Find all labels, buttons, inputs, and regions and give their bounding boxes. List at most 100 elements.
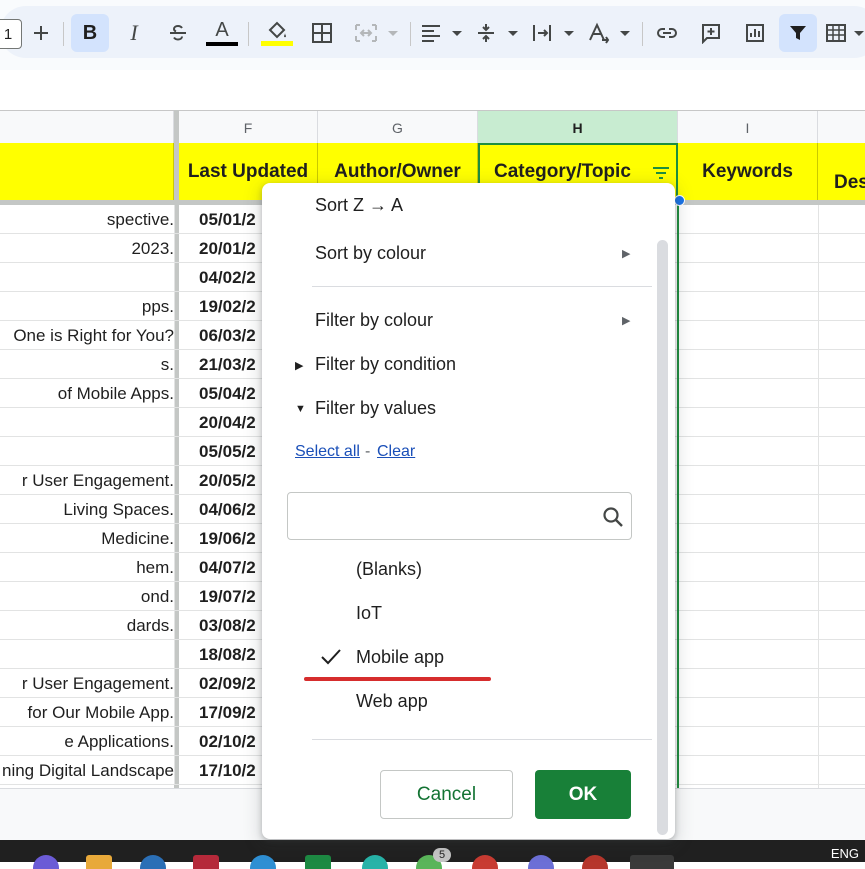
borders-icon[interactable] bbox=[306, 14, 338, 52]
cancel-button[interactable]: Cancel bbox=[380, 770, 513, 819]
toolbar: 1 B I A bbox=[0, 0, 865, 70]
language-indicator[interactable]: ENG bbox=[831, 846, 859, 861]
merge-cells-icon[interactable] bbox=[350, 14, 404, 52]
plus-icon[interactable] bbox=[27, 14, 55, 52]
clear-link[interactable]: Clear bbox=[377, 443, 415, 461]
zoom-input[interactable]: 1 bbox=[0, 19, 22, 49]
cell-title[interactable]: pps. bbox=[0, 292, 175, 320]
cell-title-text: for Our Mobile App. bbox=[27, 703, 174, 722]
bold-icon[interactable]: B bbox=[71, 14, 109, 52]
selection-handle[interactable] bbox=[674, 195, 685, 206]
cell-title[interactable]: One is Right for You? bbox=[0, 321, 175, 349]
column-header-e[interactable] bbox=[0, 111, 174, 144]
column-header-i[interactable]: I bbox=[678, 111, 818, 144]
header-cell-e[interactable] bbox=[0, 143, 174, 200]
sort-by-colour-option[interactable]: Sort by colour bbox=[315, 243, 426, 264]
align-horizontal-icon[interactable] bbox=[418, 14, 466, 52]
toolbar-divider bbox=[63, 22, 64, 46]
sort-z-a-option[interactable]: Sort Z → A bbox=[315, 195, 403, 216]
table-icon[interactable] bbox=[824, 14, 865, 52]
cell-title[interactable] bbox=[0, 437, 175, 465]
link-separator: - bbox=[365, 443, 371, 460]
cell-title-text: Living Spaces. bbox=[63, 500, 174, 519]
selection-border bbox=[677, 200, 679, 788]
cell-title-text: hem. bbox=[136, 558, 174, 577]
filter-by-condition-option[interactable]: Filter by condition bbox=[315, 354, 456, 375]
value-option-web-app[interactable]: Web app bbox=[356, 691, 428, 712]
folder-icon[interactable] bbox=[86, 855, 112, 869]
value-option-iot[interactable]: IoT bbox=[356, 603, 382, 624]
cell-title-text: s. bbox=[160, 355, 174, 374]
text-rotation-icon[interactable] bbox=[586, 14, 634, 52]
values-search-input[interactable] bbox=[298, 501, 602, 533]
value-option-blanks[interactable]: (Blanks) bbox=[356, 559, 422, 580]
cell-title-text: pps. bbox=[141, 297, 174, 316]
notification-badge: 5 bbox=[433, 848, 451, 862]
toolbar-divider bbox=[248, 22, 249, 46]
cell-title[interactable]: spective. bbox=[0, 205, 175, 233]
cell-title[interactable]: of Mobile Apps. bbox=[0, 379, 175, 407]
menu-divider bbox=[312, 739, 652, 740]
cell-title[interactable]: e Applications. bbox=[0, 727, 175, 755]
cell-title[interactable]: s. bbox=[0, 350, 175, 378]
cell-title[interactable]: for Our Mobile App. bbox=[0, 698, 175, 726]
cell-title-text: e Applications. bbox=[64, 732, 174, 751]
filter-icon[interactable] bbox=[779, 14, 817, 52]
cell-title[interactable]: dards. bbox=[0, 611, 175, 639]
link-icon[interactable] bbox=[652, 14, 682, 52]
cell-title[interactable]: Medicine. bbox=[0, 524, 175, 552]
italic-icon[interactable]: I bbox=[118, 14, 150, 52]
header-cell-keywords[interactable]: Keywords bbox=[678, 143, 818, 200]
column-header-f[interactable]: F bbox=[179, 111, 318, 144]
select-all-link[interactable]: Select all bbox=[295, 443, 360, 461]
align-vertical-icon[interactable] bbox=[474, 14, 522, 52]
filter-by-colour-option[interactable]: Filter by colour bbox=[315, 310, 433, 331]
chart-icon[interactable] bbox=[740, 14, 770, 52]
cell-title[interactable]: r User Engagement. bbox=[0, 466, 175, 494]
cell-title-text: r User Engagement. bbox=[21, 471, 174, 490]
header-cell-description[interactable]: Des bbox=[818, 143, 865, 200]
column-header-g[interactable]: G bbox=[318, 111, 478, 144]
toolbar-divider bbox=[642, 22, 643, 46]
filter-popup: Sort Z → A Sort by colour ▶ Filter by co… bbox=[262, 183, 675, 839]
ok-button[interactable]: OK bbox=[535, 770, 631, 819]
column-header-h[interactable]: H bbox=[478, 111, 678, 144]
caret-right-icon[interactable]: ▶ bbox=[295, 359, 303, 372]
value-option-mobile-app[interactable]: Mobile app bbox=[356, 647, 444, 668]
cell-title[interactable]: ond. bbox=[0, 582, 175, 610]
fill-color-icon[interactable] bbox=[259, 14, 295, 52]
column-header-j[interactable] bbox=[818, 111, 865, 144]
submenu-arrow-icon: ▶ bbox=[622, 248, 631, 260]
caret-down-icon[interactable]: ▼ bbox=[295, 403, 306, 415]
cell-title-text: Medicine. bbox=[101, 529, 174, 548]
cell-title-text: dards. bbox=[126, 616, 174, 635]
cell-title[interactable]: Living Spaces. bbox=[0, 495, 175, 523]
cell-title[interactable]: 2023. bbox=[0, 234, 175, 262]
toolbar-divider bbox=[410, 22, 411, 46]
popup-scrollbar[interactable] bbox=[657, 240, 668, 835]
menu-divider bbox=[312, 286, 652, 287]
cell-title[interactable] bbox=[0, 263, 175, 291]
taskbar-app-icon-active[interactable] bbox=[630, 855, 674, 869]
check-icon[interactable] bbox=[320, 647, 342, 672]
cell-title[interactable]: r User Engagement. bbox=[0, 669, 175, 697]
cell-title-text: One is Right for You? bbox=[13, 326, 174, 345]
taskbar-app-icon[interactable] bbox=[193, 855, 219, 869]
cell-title-text: ning Digital Landscape bbox=[1, 761, 174, 780]
cell-title[interactable] bbox=[0, 640, 175, 668]
excel-icon[interactable] bbox=[305, 855, 331, 869]
strikethrough-icon[interactable] bbox=[162, 14, 194, 52]
cell-title[interactable]: hem. bbox=[0, 553, 175, 581]
fill-color-swatch bbox=[261, 40, 293, 46]
text-color-icon[interactable]: A bbox=[204, 14, 240, 52]
comment-icon[interactable] bbox=[696, 14, 726, 52]
cell-title[interactable]: ning Digital Landscape bbox=[0, 756, 175, 784]
cell-title[interactable] bbox=[0, 408, 175, 436]
cell-title-text: ond. bbox=[140, 587, 174, 606]
search-icon[interactable] bbox=[601, 505, 625, 534]
filter-by-values-option[interactable]: Filter by values bbox=[315, 398, 436, 419]
cell-title-text: r User Engagement. bbox=[21, 674, 174, 693]
text-wrap-icon[interactable] bbox=[530, 14, 578, 52]
submenu-arrow-icon: ▶ bbox=[622, 315, 631, 327]
formula-area bbox=[0, 70, 865, 110]
